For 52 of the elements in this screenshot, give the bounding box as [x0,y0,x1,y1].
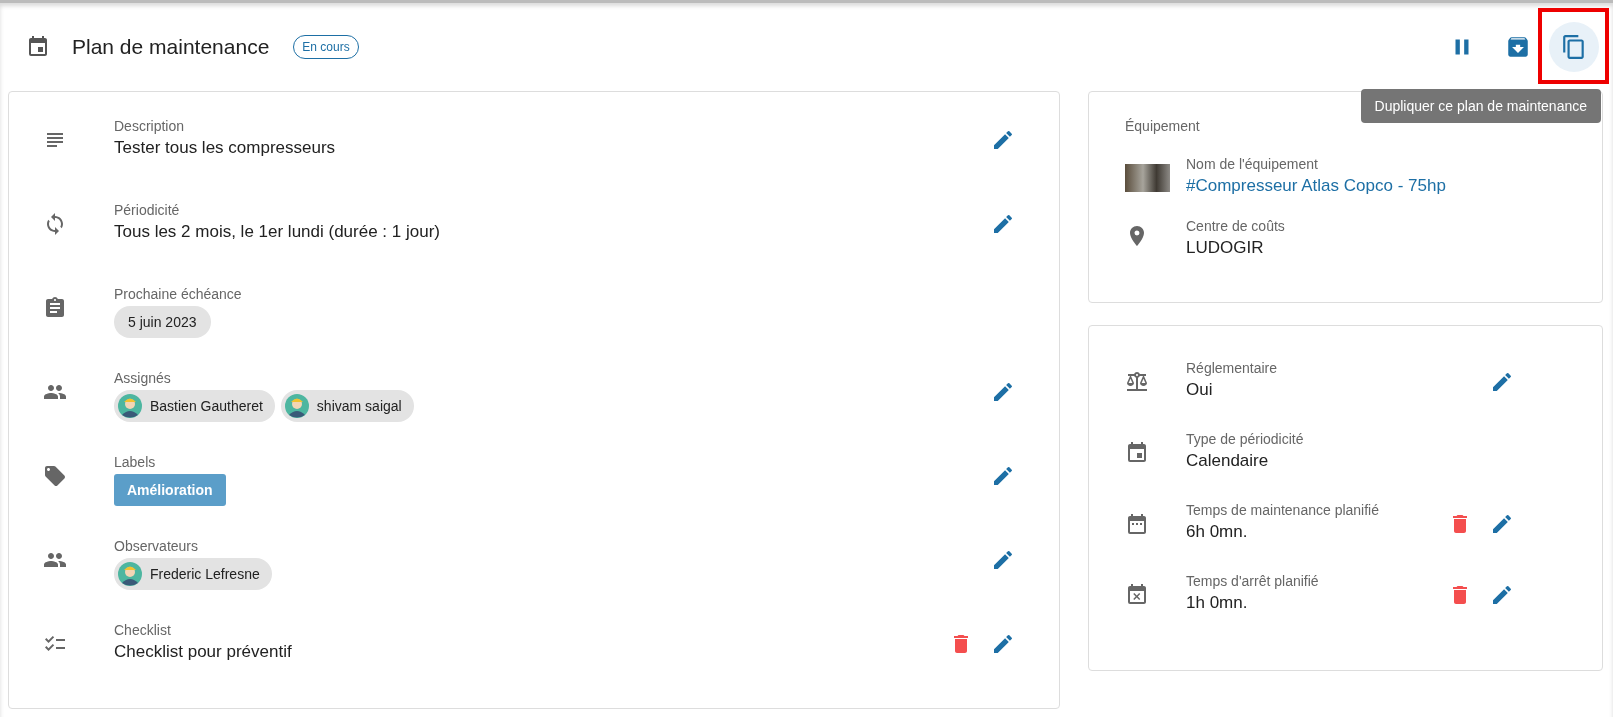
edit-button[interactable] [991,464,1015,488]
avatar-icon [118,562,142,586]
edit-button[interactable] [991,548,1015,572]
clipboard-list-icon [43,296,67,320]
field-value: 1h 0mn. [1186,593,1249,613]
calendar-icon [1125,441,1149,465]
tooltip: Dupliquer ce plan de maintenance [1360,89,1601,123]
field-value: Checklist pour préventif [114,642,293,662]
field-label: Assignés [114,370,172,386]
field-label: Temps d'arrêt planifié [1186,573,1320,589]
field-value: Oui [1186,380,1214,400]
photo-placeholder [1125,164,1170,192]
person-chip[interactable]: Bastien Gautheret [114,390,275,422]
field-label: Périodicité [114,202,181,218]
section-title: Équipement [1125,118,1201,134]
person-chip[interactable]: Frederic Lefresne [114,558,272,590]
date-chip: 5 juin 2023 [114,306,211,338]
field-label: Checklist [114,622,172,638]
field-label: Nom de l'équipement [1186,156,1319,172]
edit-button[interactable] [991,128,1015,152]
field-value: Tester tous les compresseurs [114,138,337,158]
edit-button[interactable] [991,212,1015,236]
tag-icon [43,464,67,488]
copy-icon [1561,34,1587,60]
person-chip[interactable]: shivam saigal [280,390,414,422]
field-label: Type de périodicité [1186,431,1305,447]
page-title: Plan de maintenance [72,35,270,59]
field-label: Centre de coûts [1186,218,1286,234]
equipment-link[interactable]: #Compresseur Atlas Copco - 75hp [1186,176,1566,196]
avatar-icon [118,394,142,418]
field-label: Observateurs [114,538,200,554]
edit-button[interactable] [1490,370,1514,394]
field-value: 6h 0mn. [1186,522,1249,542]
field-label: Description [114,118,186,134]
field-value: Tous les 2 mois, le 1er lundi (durée : 1 jour) [114,222,441,242]
edit-button[interactable] [991,380,1015,404]
calendar-x-icon [1125,583,1149,607]
avatar-icon [284,394,309,418]
edit-button[interactable] [1490,512,1514,536]
field-label: Réglementaire [1186,360,1279,376]
calendar-range-icon [1125,512,1149,536]
field-label: Temps de maintenance planifié [1186,502,1380,518]
label-tag: Amélioration [114,474,226,506]
calendar-icon [26,35,50,59]
field-label: Prochaine échéance [114,286,243,302]
scales-icon [1125,370,1149,394]
edit-button[interactable] [991,632,1015,656]
field-value: Calendaire [1186,451,1270,471]
archive-box-icon [1505,34,1531,60]
field-value: LUDOGIR [1186,238,1265,258]
field-label: Labels [114,454,157,470]
edit-button[interactable] [1490,583,1514,607]
